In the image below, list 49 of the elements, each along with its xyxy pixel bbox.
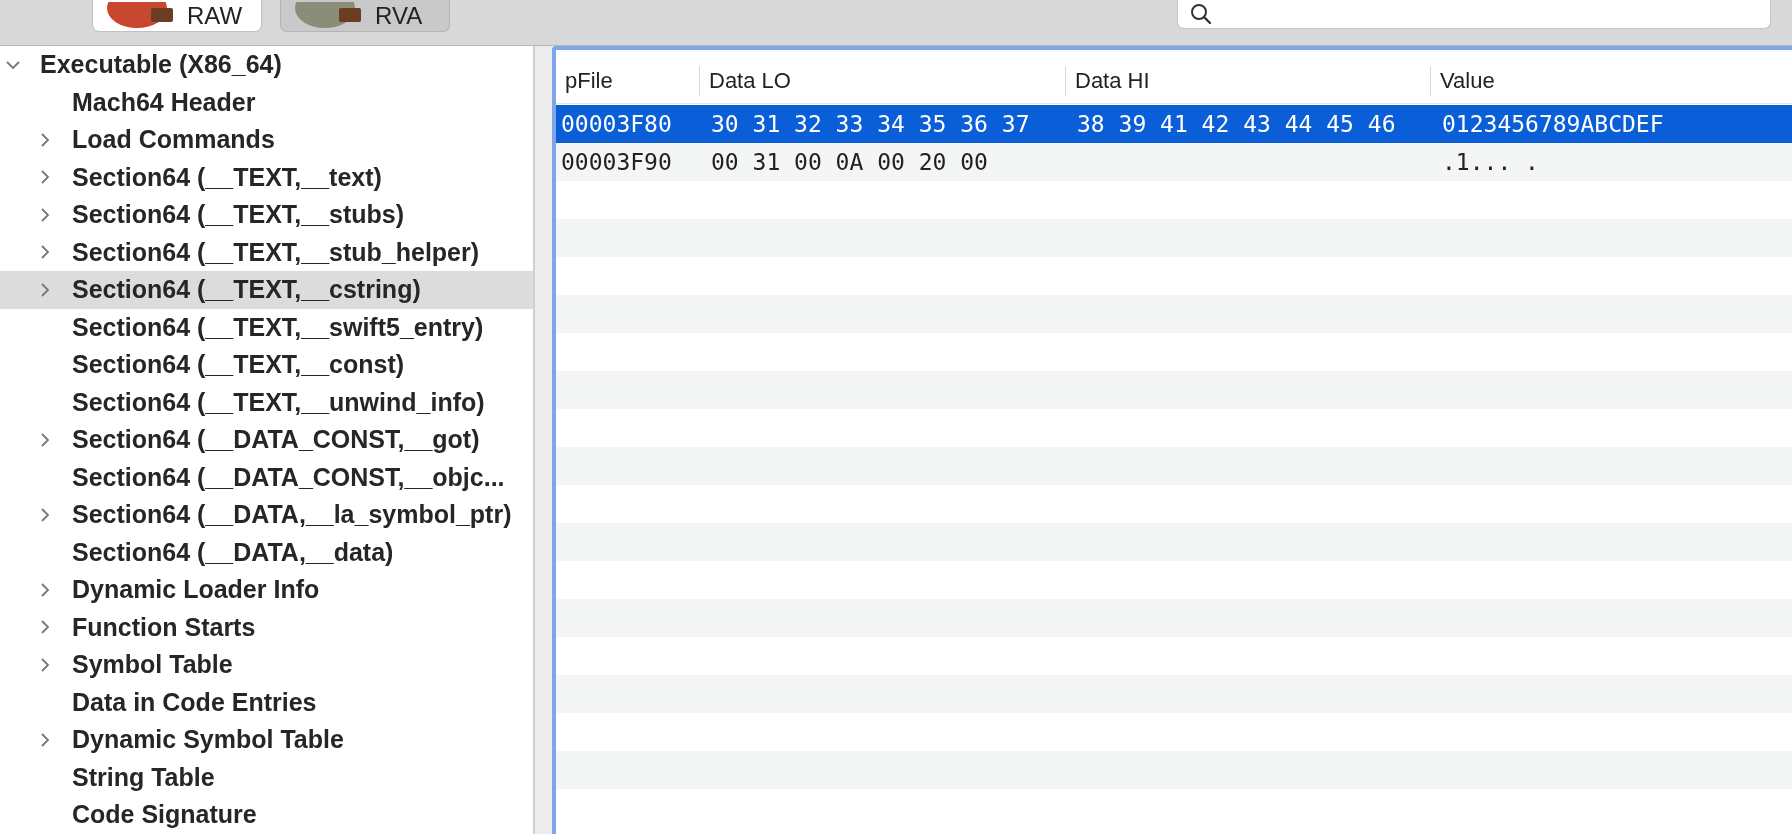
table-cell-text: 00003F90 — [560, 147, 673, 177]
table-row[interactable]: 00003F80 30 31 32 33 34 35 36 37 38 39 41 42 43 44 45 46 0123456789ABCDEF — [556, 105, 1792, 143]
chevron-right-icon[interactable] — [38, 432, 52, 447]
tree-item[interactable]: Section64 (__DATA_CONST,__got) — [0, 421, 533, 459]
search-field[interactable] — [1177, 0, 1771, 29]
column-header[interactable]: Value — [1430, 65, 1792, 96]
table-cell-text: 00 31 00 0A 00 20 00 — [710, 147, 989, 177]
chevron-right-icon[interactable] — [38, 282, 52, 297]
table-cell-text: 0123456789ABCDEF — [1441, 109, 1665, 139]
tree-item[interactable]: Dynamic Symbol Table — [0, 721, 533, 759]
table-cell-text: 38 39 41 42 43 44 45 46 — [1076, 109, 1397, 139]
chevron-right-icon[interactable] — [38, 132, 52, 147]
tree-item[interactable]: Mach64 Header — [0, 83, 533, 121]
tree-item[interactable]: Section64 (__TEXT,__unwind_info) — [0, 383, 533, 421]
tree-item[interactable]: Section64 (__DATA,__data) — [0, 533, 533, 571]
search-icon — [1190, 3, 1212, 25]
table-row[interactable]: 00003F90 00 31 00 0A 00 20 00 .1... . — [556, 143, 1792, 181]
chevron-right-icon[interactable] — [38, 170, 52, 185]
chevron-right-icon[interactable] — [38, 582, 52, 597]
chevron-right-icon[interactable] — [38, 732, 52, 747]
chevron-right-icon[interactable] — [38, 620, 52, 635]
tree-item[interactable]: String Table — [0, 758, 533, 796]
tree-item[interactable]: Dynamic Loader Info — [0, 571, 533, 609]
tree-item[interactable]: Symbol Table — [0, 646, 533, 684]
tree-item[interactable]: Code Signature — [0, 796, 533, 834]
table-cell-text: 00003F80 — [560, 109, 673, 139]
chevron-right-icon[interactable] — [38, 245, 52, 260]
tree-item[interactable]: Load Commands — [0, 121, 533, 159]
chevron-right-icon[interactable] — [38, 507, 52, 522]
column-header[interactable]: Data HI — [1065, 65, 1430, 96]
mode-button[interactable]: RAW — [92, 0, 262, 32]
tree-item[interactable]: Executable (X86_64) — [0, 46, 533, 84]
tree-item[interactable]: Section64 (__TEXT,__stub_helper) — [0, 233, 533, 271]
tree-item[interactable]: Section64 (__DATA_CONST,__objc... — [0, 458, 533, 496]
tree-item[interactable]: Function Starts — [0, 608, 533, 646]
tree-item[interactable]: Section64 (__TEXT,__stubs) — [0, 196, 533, 234]
table-cell-text: 30 31 32 33 34 35 36 37 — [710, 109, 1031, 139]
chevron-right-icon[interactable] — [38, 207, 52, 222]
tree-item[interactable]: Section64 (__TEXT,__const) — [0, 346, 533, 384]
tree-item[interactable]: Section64 (__TEXT,__text) — [0, 158, 533, 196]
column-header[interactable]: pFile — [556, 65, 699, 96]
table-cell-text: .1... . — [1441, 147, 1540, 177]
tree-item[interactable]: Section64 (__DATA,__la_symbol_ptr) — [0, 496, 533, 534]
column-header[interactable]: Data LO — [699, 65, 1065, 96]
tree-item[interactable]: Data in Code Entries — [0, 683, 533, 721]
tree-item[interactable]: Section64 (__TEXT,__cstring) — [0, 271, 533, 309]
mode-button[interactable]: RVA — [280, 0, 450, 32]
chevron-right-icon[interactable] — [38, 657, 52, 672]
tree-item[interactable]: Section64 (__TEXT,__swift5_entry) — [0, 308, 533, 346]
